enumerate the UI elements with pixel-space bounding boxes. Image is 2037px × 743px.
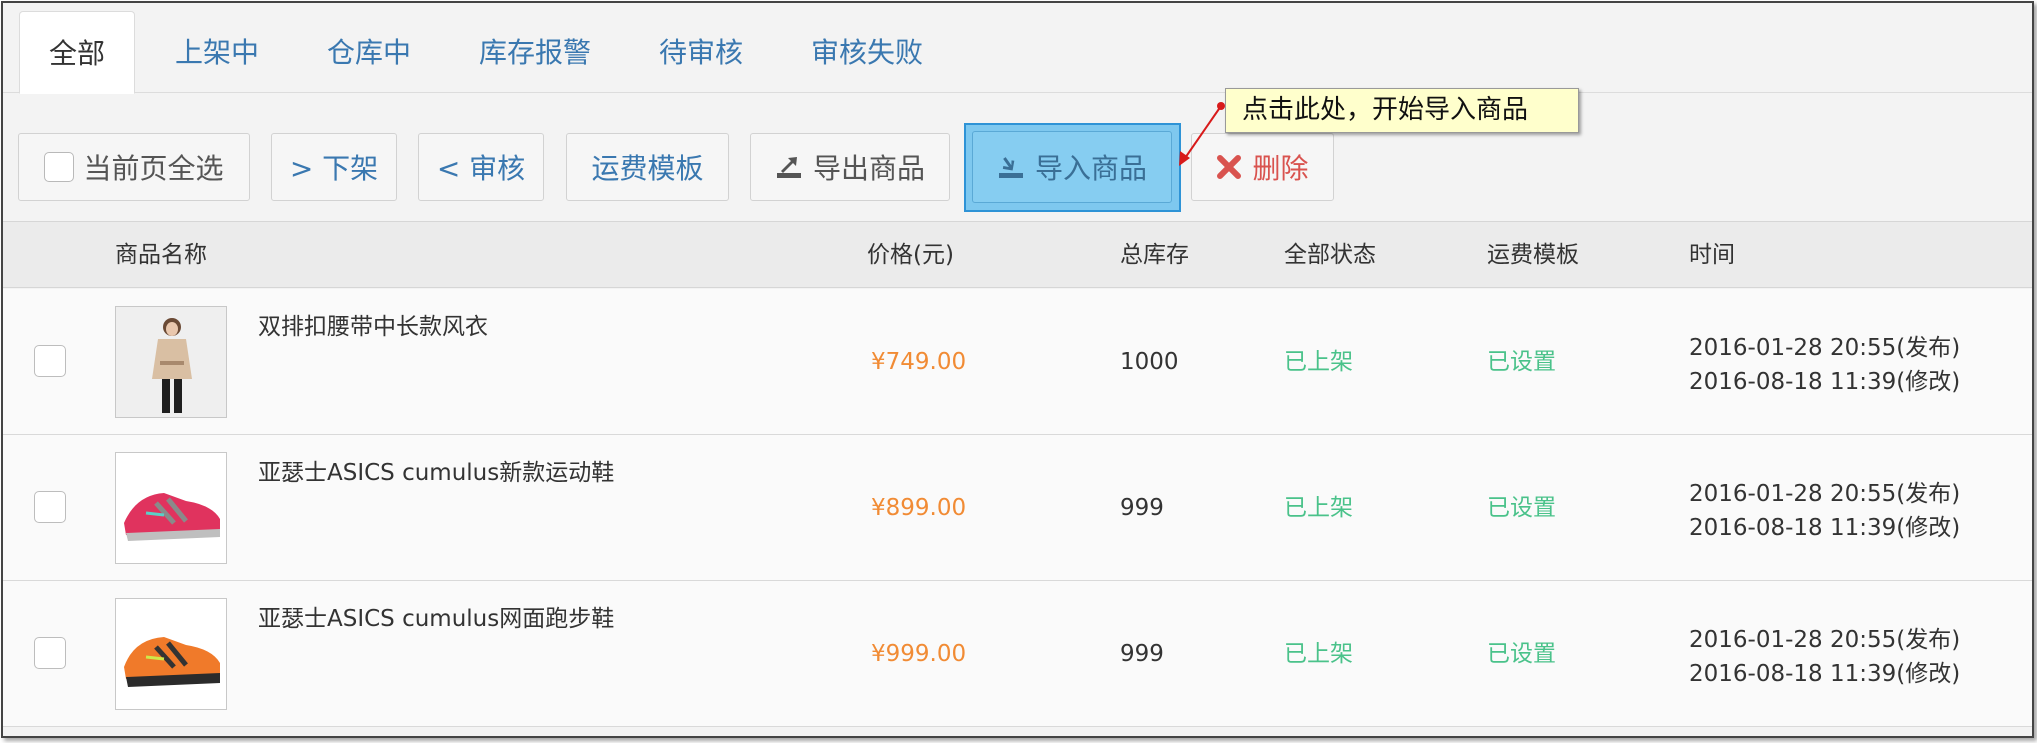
review-button[interactable]: < 审核 xyxy=(418,133,544,201)
import-label: 导入商品 xyxy=(1034,152,1147,185)
product-shipping: 已设置 xyxy=(1487,641,1556,667)
col-header-shipping[interactable]: 运费模板 xyxy=(1487,222,1579,289)
import-hint-tooltip: 点击此处，开始导入商品 xyxy=(1225,88,1579,133)
product-time: 2016-01-28 20:55(发布) 2016-08-18 11:39(修改… xyxy=(1689,477,1960,545)
table-row: 双排扣腰带中长款风衣 ¥749.00 1000 已上架 已设置 2016-01-… xyxy=(3,289,2032,435)
product-status: 已上架 xyxy=(1284,495,1353,521)
offshelf-button[interactable]: > 下架 xyxy=(271,133,397,201)
tab-pending-review[interactable]: 待审核 xyxy=(630,11,772,94)
col-header-stock: 总库存 xyxy=(1120,242,1189,268)
tab-warehouse[interactable]: 仓库中 xyxy=(298,11,440,94)
import-products-button[interactable]: 导入商品 xyxy=(972,131,1172,203)
product-stock: 999 xyxy=(1120,641,1164,667)
published-time: 2016-01-28 20:55(发布) xyxy=(1689,335,1961,361)
select-all-label: 当前页全选 xyxy=(83,152,224,185)
delete-button[interactable]: 删除 xyxy=(1191,133,1334,201)
product-thumbnail-orange-shoe[interactable] xyxy=(115,598,227,710)
export-products-button[interactable]: 导出商品 xyxy=(750,133,950,201)
tab-on-shelf[interactable]: 上架中 xyxy=(146,11,288,94)
product-stock: 1000 xyxy=(1120,349,1179,375)
product-price: ¥749.00 xyxy=(871,349,967,375)
tab-stock-alert[interactable]: 库存报警 xyxy=(450,11,620,94)
col-header-name: 商品名称 xyxy=(115,242,207,268)
tab-review-failed[interactable]: 审核失败 xyxy=(782,11,952,94)
modified-time: 2016-08-18 11:39(修改) xyxy=(1689,661,1961,687)
col-header-time: 时间 xyxy=(1689,242,1735,268)
delete-label: 删除 xyxy=(1252,152,1309,185)
export-label: 导出商品 xyxy=(812,152,925,185)
product-name[interactable]: 双排扣腰带中长款风衣 xyxy=(258,307,488,341)
product-price: ¥999.00 xyxy=(871,641,967,667)
col-header-status[interactable]: 全部状态 xyxy=(1284,222,1376,289)
row-checkbox[interactable] xyxy=(34,345,66,377)
import-icon xyxy=(998,157,1023,178)
product-time: 2016-01-28 20:55(发布) 2016-08-18 11:39(修改… xyxy=(1689,331,1960,399)
product-price: ¥899.00 xyxy=(871,495,967,521)
row-checkbox[interactable] xyxy=(34,491,66,523)
row-checkbox[interactable] xyxy=(34,637,66,669)
published-time: 2016-01-28 20:55(发布) xyxy=(1689,481,1961,507)
product-time: 2016-01-28 20:55(发布) 2016-08-18 11:39(修改… xyxy=(1689,623,1960,691)
product-shipping: 已设置 xyxy=(1487,495,1556,521)
product-thumbnail-pink-shoe[interactable] xyxy=(115,452,227,564)
published-time: 2016-01-28 20:55(发布) xyxy=(1689,627,1961,653)
modified-time: 2016-08-18 11:39(修改) xyxy=(1689,515,1961,541)
shipping-template-button[interactable]: 运费模板 xyxy=(566,133,729,201)
product-name[interactable]: 亚瑟士ASICS cumulus网面跑步鞋 xyxy=(258,599,614,633)
product-name[interactable]: 亚瑟士ASICS cumulus新款运动鞋 xyxy=(258,453,614,487)
product-thumbnail-coat[interactable] xyxy=(115,306,227,418)
product-stock: 999 xyxy=(1120,495,1164,521)
table-header: 商品名称 价格(元) 总库存 全部状态 运费模板 时间 xyxy=(3,221,2032,288)
product-list-panel: 全部 上架中 仓库中 库存报警 待审核 审核失败 当前页全选 > 下架 < 审核… xyxy=(1,1,2034,738)
modified-time: 2016-08-18 11:39(修改) xyxy=(1689,369,1961,395)
product-shipping: 已设置 xyxy=(1487,349,1556,375)
select-all-button[interactable]: 当前页全选 xyxy=(18,133,250,201)
table-row: 亚瑟士ASICS cumulus网面跑步鞋 ¥999.00 999 已上架 已设… xyxy=(3,581,2032,727)
product-status: 已上架 xyxy=(1284,349,1353,375)
product-status: 已上架 xyxy=(1284,641,1353,667)
export-icon xyxy=(776,157,801,178)
table-row: 亚瑟士ASICS cumulus新款运动鞋 ¥899.00 999 已上架 已设… xyxy=(3,435,2032,581)
select-all-checkbox[interactable] xyxy=(44,152,75,182)
col-header-price: 价格(元) xyxy=(867,242,954,268)
close-icon xyxy=(1217,155,1242,179)
tab-all[interactable]: 全部 xyxy=(19,11,136,94)
status-tabs: 全部 上架中 仓库中 库存报警 待审核 审核失败 xyxy=(3,3,2032,94)
